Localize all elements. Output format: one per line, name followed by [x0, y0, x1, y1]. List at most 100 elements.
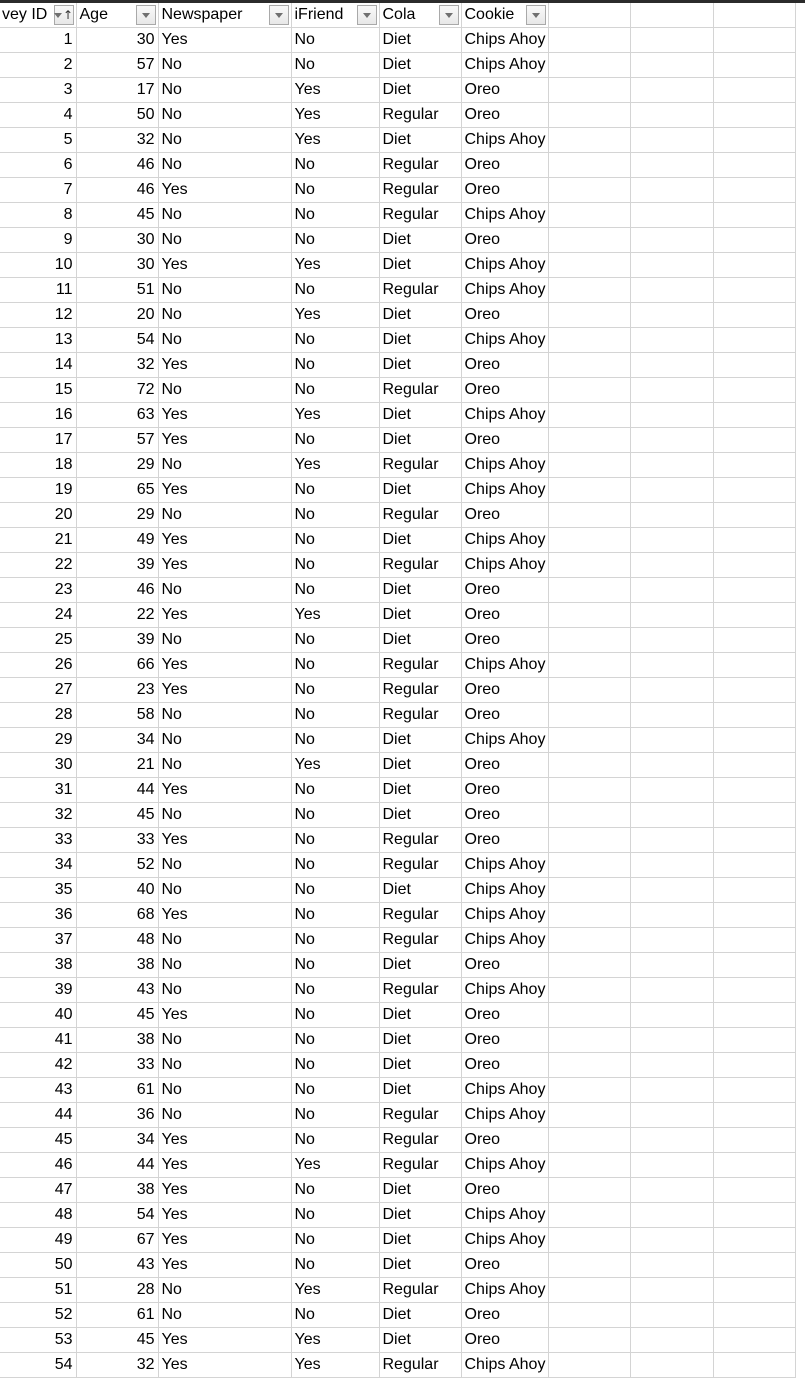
- cell-ifriend[interactable]: No: [291, 727, 380, 753]
- cell-ifriend[interactable]: No: [291, 702, 380, 728]
- cell-ifriend[interactable]: No: [291, 877, 380, 903]
- cell-ifriend[interactable]: No: [291, 677, 380, 703]
- cell-cola[interactable]: Regular: [379, 1277, 462, 1303]
- empty-cell[interactable]: [630, 1177, 715, 1203]
- cell-cookie[interactable]: Oreo: [461, 227, 550, 253]
- cell-ifriend[interactable]: No: [291, 427, 380, 453]
- empty-cell[interactable]: [713, 1002, 797, 1028]
- cell-newspaper[interactable]: Yes: [158, 1252, 292, 1278]
- cell-survey-id[interactable]: 44: [0, 1102, 77, 1128]
- empty-cell[interactable]: [548, 52, 632, 78]
- cell-age[interactable]: 46: [76, 577, 159, 603]
- empty-cell[interactable]: [548, 577, 632, 603]
- cell-newspaper[interactable]: Yes: [158, 27, 292, 53]
- cell-age[interactable]: 68: [76, 902, 159, 928]
- empty-cell[interactable]: [713, 977, 797, 1003]
- cell-cola[interactable]: Diet: [379, 727, 462, 753]
- empty-cell[interactable]: [713, 477, 797, 503]
- empty-cell[interactable]: [630, 1327, 715, 1353]
- cell-cookie[interactable]: Oreo: [461, 952, 550, 978]
- empty-cell[interactable]: [630, 77, 715, 103]
- cell-newspaper[interactable]: No: [158, 327, 292, 353]
- cell-ifriend[interactable]: No: [291, 902, 380, 928]
- cell-newspaper[interactable]: No: [158, 927, 292, 953]
- cell-ifriend[interactable]: No: [291, 852, 380, 878]
- empty-cell[interactable]: [713, 652, 797, 678]
- cell-ifriend[interactable]: No: [291, 577, 380, 603]
- cell-ifriend[interactable]: No: [291, 1302, 380, 1328]
- empty-cell[interactable]: [713, 877, 797, 903]
- cell-newspaper[interactable]: Yes: [158, 677, 292, 703]
- empty-cell[interactable]: [548, 1002, 632, 1028]
- empty-cell[interactable]: [548, 552, 632, 578]
- cell-cookie[interactable]: Oreo: [461, 702, 550, 728]
- empty-cell[interactable]: [548, 152, 632, 178]
- empty-cell[interactable]: [630, 427, 715, 453]
- cell-cookie[interactable]: Oreo: [461, 1052, 550, 1078]
- empty-cell[interactable]: [548, 427, 632, 453]
- cell-ifriend[interactable]: Yes: [291, 1152, 380, 1178]
- cell-cookie[interactable]: Chips Ahoy: [461, 327, 550, 353]
- cell-survey-id[interactable]: 5: [0, 127, 77, 153]
- cell-age[interactable]: 52: [76, 852, 159, 878]
- cell-cola[interactable]: Diet: [379, 602, 462, 628]
- cell-cola[interactable]: Diet: [379, 577, 462, 603]
- empty-cell[interactable]: [630, 627, 715, 653]
- cell-ifriend[interactable]: Yes: [291, 452, 380, 478]
- cell-cookie[interactable]: Chips Ahoy: [461, 27, 550, 53]
- cell-ifriend[interactable]: No: [291, 1027, 380, 1053]
- cell-newspaper[interactable]: Yes: [158, 1127, 292, 1153]
- cell-newspaper[interactable]: Yes: [158, 352, 292, 378]
- cell-survey-id[interactable]: 9: [0, 227, 77, 253]
- cell-cookie[interactable]: Oreo: [461, 577, 550, 603]
- empty-cell[interactable]: [630, 1002, 715, 1028]
- cell-ifriend[interactable]: No: [291, 777, 380, 803]
- cell-survey-id[interactable]: 1: [0, 27, 77, 53]
- empty-cell[interactable]: [630, 1302, 715, 1328]
- cell-survey-id[interactable]: 15: [0, 377, 77, 403]
- empty-cell[interactable]: [630, 52, 715, 78]
- cell-cookie[interactable]: Oreo: [461, 827, 550, 853]
- cell-cookie[interactable]: Chips Ahoy: [461, 1277, 550, 1303]
- cell-cookie[interactable]: Chips Ahoy: [461, 452, 550, 478]
- cell-cookie[interactable]: Chips Ahoy: [461, 902, 550, 928]
- cell-cola[interactable]: Regular: [379, 702, 462, 728]
- empty-cell[interactable]: [548, 527, 632, 553]
- cell-cookie[interactable]: Chips Ahoy: [461, 52, 550, 78]
- cell-ifriend[interactable]: No: [291, 1227, 380, 1253]
- cell-cookie[interactable]: Oreo: [461, 352, 550, 378]
- cell-survey-id[interactable]: 22: [0, 552, 77, 578]
- cell-cookie[interactable]: Chips Ahoy: [461, 1227, 550, 1253]
- empty-cell[interactable]: [713, 802, 797, 828]
- cell-cookie[interactable]: Oreo: [461, 602, 550, 628]
- cell-newspaper[interactable]: No: [158, 452, 292, 478]
- empty-cell[interactable]: [630, 727, 715, 753]
- empty-cell[interactable]: [713, 552, 797, 578]
- cell-ifriend[interactable]: No: [291, 1127, 380, 1153]
- cell-cola[interactable]: Regular: [379, 152, 462, 178]
- cell-survey-id[interactable]: 43: [0, 1077, 77, 1103]
- cell-cola[interactable]: Regular: [379, 677, 462, 703]
- empty-cell[interactable]: [630, 177, 715, 203]
- cell-cola[interactable]: Regular: [379, 277, 462, 303]
- empty-cell[interactable]: [548, 352, 632, 378]
- cell-cola[interactable]: Diet: [379, 877, 462, 903]
- cell-cola[interactable]: Diet: [379, 527, 462, 553]
- cell-ifriend[interactable]: No: [291, 552, 380, 578]
- cell-survey-id[interactable]: 39: [0, 977, 77, 1003]
- empty-cell[interactable]: [548, 502, 632, 528]
- cell-newspaper[interactable]: No: [158, 202, 292, 228]
- cell-age[interactable]: 72: [76, 377, 159, 403]
- empty-cell[interactable]: [548, 1302, 632, 1328]
- empty-cell[interactable]: [713, 1152, 797, 1178]
- empty-cell[interactable]: [630, 1277, 715, 1303]
- empty-cell[interactable]: [713, 177, 797, 203]
- empty-cell[interactable]: [630, 952, 715, 978]
- empty-cell[interactable]: [548, 302, 632, 328]
- cell-cola[interactable]: Regular: [379, 977, 462, 1003]
- cell-newspaper[interactable]: Yes: [158, 652, 292, 678]
- cell-newspaper[interactable]: Yes: [158, 602, 292, 628]
- cell-age[interactable]: 20: [76, 302, 159, 328]
- cell-cookie[interactable]: Chips Ahoy: [461, 127, 550, 153]
- empty-cell[interactable]: [713, 927, 797, 953]
